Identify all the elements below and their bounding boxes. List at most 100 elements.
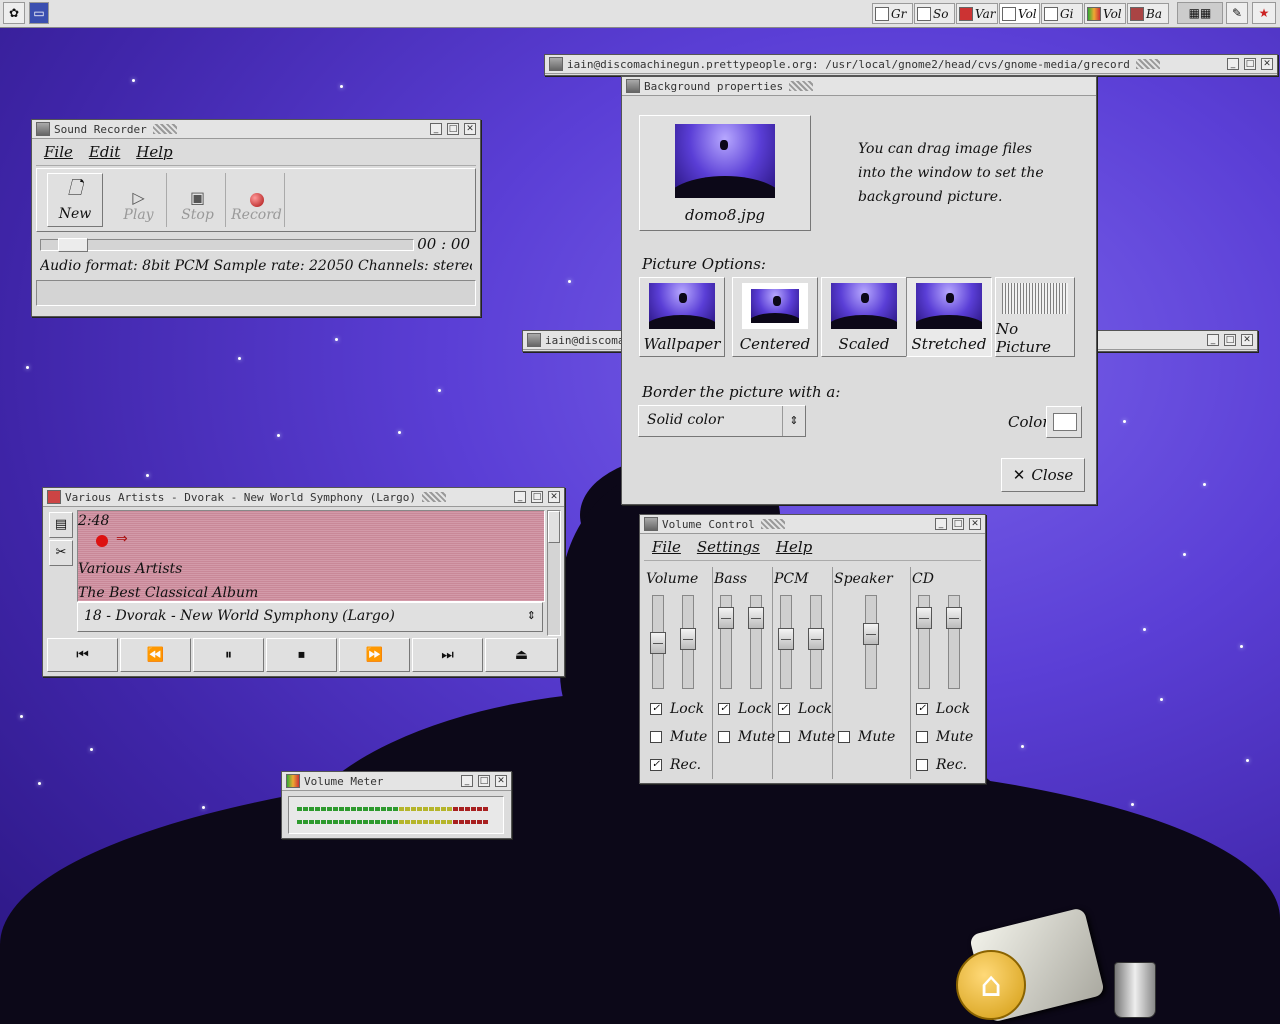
maximize-icon[interactable]: □: [1244, 58, 1256, 70]
title-bar[interactable]: Volume Meter _ □ ✕: [282, 772, 511, 791]
record-button[interactable]: Record: [229, 173, 285, 227]
task-button[interactable]: Var: [956, 3, 998, 24]
volume-slider-thumb[interactable]: [718, 607, 734, 629]
volume-slider[interactable]: [650, 595, 666, 689]
sound-recorder-window[interactable]: Sound Recorder _ □ ✕ File Edit Help 🗋 Ne…: [31, 119, 481, 317]
option-scaled[interactable]: Scaled: [821, 277, 907, 357]
rewind-button[interactable]: ⏪: [120, 638, 191, 672]
volume-slider[interactable]: [748, 595, 764, 689]
rec-checkbox[interactable]: ✓ Rec.: [650, 757, 701, 773]
volume-slider-thumb[interactable]: [778, 628, 794, 650]
close-icon[interactable]: ✕: [548, 491, 560, 503]
volume-slider[interactable]: [916, 595, 932, 689]
music-player-window[interactable]: Various Artists - Dvorak - New World Sym…: [42, 487, 565, 677]
minimize-icon[interactable]: _: [461, 775, 473, 787]
pause-button[interactable]: ⏸: [193, 638, 264, 672]
mute-checkbox[interactable]: Mute: [916, 729, 973, 745]
close-icon[interactable]: ✕: [464, 123, 476, 135]
minimize-icon[interactable]: _: [1207, 334, 1219, 346]
lock-checkbox[interactable]: ✓ Lock: [650, 701, 704, 717]
next-track-button[interactable]: ⏭: [412, 638, 483, 672]
workspace-switcher[interactable]: ▦▦: [1177, 2, 1223, 24]
minimize-icon[interactable]: _: [514, 491, 526, 503]
close-icon[interactable]: ✕: [1261, 58, 1273, 70]
menu-file[interactable]: File: [44, 143, 73, 161]
playlist-icon[interactable]: ▤: [49, 512, 73, 538]
close-button[interactable]: ✕ Close: [1001, 458, 1085, 492]
menu-file[interactable]: File: [652, 538, 681, 556]
notes-icon[interactable]: ✎: [1226, 2, 1248, 24]
volume-slider[interactable]: [863, 595, 879, 689]
mute-checkbox[interactable]: Mute: [718, 729, 775, 745]
menu-settings[interactable]: Settings: [697, 538, 760, 556]
home-folder-icon[interactable]: ⌂: [956, 907, 1106, 1023]
maximize-icon[interactable]: □: [952, 518, 964, 530]
lock-checkbox[interactable]: ✓ Lock: [778, 701, 832, 717]
maximize-icon[interactable]: □: [447, 123, 459, 135]
preview-button[interactable]: domo8.jpg: [639, 115, 811, 231]
position-slider-thumb[interactable]: [58, 238, 89, 252]
eject-button[interactable]: ⏏: [485, 638, 558, 672]
mute-checkbox[interactable]: Mute: [778, 729, 835, 745]
trash-icon[interactable]: [1114, 962, 1156, 1018]
mute-checkbox[interactable]: Mute: [838, 729, 895, 745]
gnome-foot-menu-icon[interactable]: ✿: [3, 2, 25, 24]
maximize-icon[interactable]: □: [478, 775, 490, 787]
background-properties-window[interactable]: Background properties domo8.jpg You can …: [621, 76, 1097, 505]
volume-slider-thumb[interactable]: [916, 607, 932, 629]
minimize-icon[interactable]: _: [1227, 58, 1239, 70]
option-centered[interactable]: Centered: [732, 277, 818, 357]
minimize-icon[interactable]: _: [430, 123, 442, 135]
menu-edit[interactable]: Edit: [89, 143, 120, 161]
close-icon[interactable]: ✕: [495, 775, 507, 787]
track-select[interactable]: 18 - Dvorak - New World Symphony (Largo)…: [77, 602, 543, 632]
volume-slider[interactable]: [946, 595, 962, 689]
star-icon[interactable]: ★: [1252, 2, 1276, 24]
title-bar[interactable]: Background properties: [622, 77, 1096, 96]
volume-slider[interactable]: [718, 595, 734, 689]
stop-button[interactable]: ⏹: [266, 638, 337, 672]
task-button[interactable]: Ba: [1127, 3, 1169, 24]
title-bar[interactable]: Sound Recorder _ □ ✕: [32, 120, 480, 139]
fast-forward-button[interactable]: ⏩: [339, 638, 410, 672]
menu-help[interactable]: Help: [776, 538, 812, 556]
volume-slider[interactable]: [680, 595, 696, 689]
title-bar[interactable]: iain@discomachinegun.prettypeople.org: /…: [545, 55, 1277, 74]
volume-meter-window[interactable]: Volume Meter _ □ ✕: [281, 771, 512, 839]
option-stretched[interactable]: Stretched: [906, 277, 992, 357]
volume-slider[interactable]: [808, 595, 824, 689]
option-no-picture[interactable]: No Picture: [995, 277, 1075, 357]
volume-slider[interactable]: [778, 595, 794, 689]
task-button-active[interactable]: Vol: [999, 3, 1040, 24]
minimize-icon[interactable]: _: [935, 518, 947, 530]
title-bar[interactable]: Various Artists - Dvorak - New World Sym…: [43, 488, 564, 507]
close-icon[interactable]: ✕: [1241, 334, 1253, 346]
volume-slider-thumb[interactable]: [680, 628, 696, 650]
play-button[interactable]: ▷ Play: [111, 173, 167, 227]
title-bar[interactable]: Volume Control _ □ ✕: [640, 515, 985, 534]
show-desktop-icon[interactable]: ▭: [29, 2, 49, 24]
task-button[interactable]: So: [914, 3, 955, 24]
volume-slider-thumb[interactable]: [808, 628, 824, 650]
border-style-select[interactable]: Solid color ⇕: [638, 405, 806, 437]
new-button[interactable]: 🗋 New: [47, 173, 103, 227]
position-slider[interactable]: [40, 238, 414, 252]
maximize-icon[interactable]: □: [1224, 334, 1236, 346]
rec-checkbox[interactable]: Rec.: [916, 757, 967, 773]
previous-track-button[interactable]: ⏮: [47, 638, 118, 672]
task-button[interactable]: Gr: [872, 3, 913, 24]
stop-button[interactable]: ▣ Stop: [170, 173, 226, 227]
option-wallpaper[interactable]: Wallpaper: [639, 277, 725, 357]
lock-checkbox[interactable]: ✓ Lock: [718, 701, 772, 717]
volume-slider-thumb[interactable]: [650, 632, 666, 654]
volume-slider-thumb[interactable]: [946, 607, 962, 629]
scrollbar[interactable]: [547, 510, 561, 636]
task-button[interactable]: Gi: [1041, 3, 1083, 24]
menu-help[interactable]: Help: [136, 143, 172, 161]
volume-control-window[interactable]: Volume Control _ □ ✕ File Settings Help …: [639, 514, 986, 784]
color-picker-button[interactable]: [1046, 406, 1082, 438]
task-button[interactable]: Vol: [1084, 3, 1126, 24]
volume-slider-thumb[interactable]: [863, 623, 879, 645]
maximize-icon[interactable]: □: [531, 491, 543, 503]
close-icon[interactable]: ✕: [969, 518, 981, 530]
